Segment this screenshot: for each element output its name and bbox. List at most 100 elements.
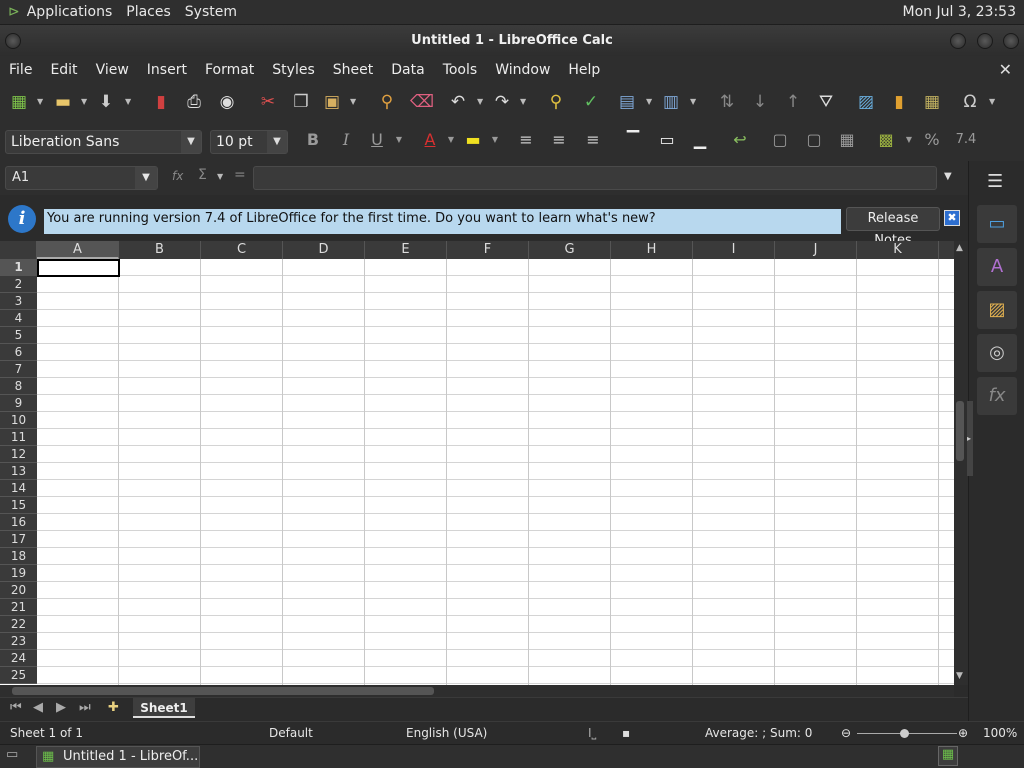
sort-descending-icon[interactable]: ↑ <box>782 91 804 113</box>
open-dropdown-icon[interactable]: ▼ <box>81 97 87 106</box>
row-header-2[interactable]: 2 <box>0 276 37 293</box>
row-header-24[interactable]: 24 <box>0 650 37 667</box>
column-header-b[interactable]: B <box>119 241 201 259</box>
next-sheet-icon[interactable]: ▶ <box>56 700 66 715</box>
align-top-icon[interactable]: ▔ <box>622 129 644 151</box>
font-size-box[interactable]: 10 pt ▼ <box>210 130 288 154</box>
release-notes-button[interactable]: Release Notes <box>846 207 940 248</box>
row-header-8[interactable]: 8 <box>0 378 37 395</box>
maximize-button[interactable] <box>977 33 993 49</box>
underline-dropdown-icon[interactable]: ▼ <box>393 129 405 151</box>
row-header-13[interactable]: 13 <box>0 463 37 480</box>
clone-formatting-icon[interactable]: ⚲ <box>376 91 398 113</box>
zoom-out-icon[interactable]: ⊖ <box>841 722 851 744</box>
selection-mode-icon[interactable]: I⎵ <box>588 722 596 744</box>
column-header-k[interactable]: K <box>857 241 939 259</box>
system-menu[interactable]: System <box>178 4 244 20</box>
font-color-icon[interactable]: A <box>419 129 441 151</box>
page-style[interactable]: Default <box>269 722 313 744</box>
font-name-dropdown-icon[interactable]: ▼ <box>181 131 201 153</box>
menu-styles[interactable]: Styles <box>263 62 323 78</box>
close-window-button[interactable] <box>1003 33 1019 49</box>
undo-dropdown-icon[interactable]: ▼ <box>477 97 483 106</box>
sidebar-menu-icon[interactable]: ☰ <box>987 171 1003 192</box>
scroll-down-icon[interactable]: ▼ <box>956 671 963 681</box>
column-header-f[interactable]: F <box>447 241 529 259</box>
save-icon[interactable]: ⬇ <box>95 91 117 113</box>
row-header-19[interactable]: 19 <box>0 565 37 582</box>
sort-ascending-icon[interactable]: ↓ <box>749 91 771 113</box>
autofilter-icon[interactable]: ⛛ <box>815 91 837 113</box>
row-header-23[interactable]: 23 <box>0 633 37 650</box>
row-header-15[interactable]: 15 <box>0 497 37 514</box>
font-color-dropdown-icon[interactable]: ▼ <box>445 129 457 151</box>
column-header-i[interactable]: I <box>693 241 775 259</box>
font-name-box[interactable]: Liberation Sans ▼ <box>5 130 202 154</box>
horizontal-scrollbar[interactable] <box>0 685 954 697</box>
new-spreadsheet-icon[interactable]: ▦ <box>8 91 30 113</box>
name-box-dropdown-icon[interactable]: ▼ <box>135 167 157 189</box>
special-character-icon[interactable]: Ω <box>959 91 981 113</box>
formula-input[interactable] <box>253 166 937 190</box>
font-size-dropdown-icon[interactable]: ▼ <box>267 131 287 153</box>
menu-data[interactable]: Data <box>382 62 433 78</box>
open-folder-icon[interactable]: ▬ <box>52 91 74 113</box>
align-right-icon[interactable]: ≡ <box>582 129 604 151</box>
styles-icon[interactable]: A <box>977 248 1017 286</box>
first-sheet-icon[interactable]: ⏮ <box>10 700 22 715</box>
menu-edit[interactable]: Edit <box>41 62 86 78</box>
insert-chart-icon[interactable]: ▮ <box>888 91 910 113</box>
close-infobar-icon[interactable]: ✖ <box>944 210 960 226</box>
number-format-icon[interactable]: 7.4 <box>955 129 977 151</box>
previous-sheet-icon[interactable]: ◀ <box>33 700 43 715</box>
row-header-16[interactable]: 16 <box>0 514 37 531</box>
print-preview-icon[interactable]: ◉ <box>216 91 238 113</box>
row-header-14[interactable]: 14 <box>0 480 37 497</box>
row-dropdown-icon[interactable]: ▼ <box>646 97 652 106</box>
vertical-scrollbar[interactable]: ▲ ▼ <box>954 241 968 685</box>
special-character-dropdown-icon[interactable]: ▼ <box>989 97 995 106</box>
menu-sheet[interactable]: Sheet <box>324 62 382 78</box>
vertical-scroll-thumb[interactable] <box>956 401 964 461</box>
row-header-10[interactable]: 10 <box>0 412 37 429</box>
window-title-bar[interactable]: Untitled 1 - LibreOffice Calc <box>0 25 1024 56</box>
column-dropdown-icon[interactable]: ▼ <box>690 97 696 106</box>
unmerge-cells-icon[interactable]: ▦ <box>836 129 858 151</box>
row-header-1[interactable]: 1 <box>0 259 37 276</box>
row-header-11[interactable]: 11 <box>0 429 37 446</box>
zoom-level[interactable]: 100% <box>983 722 1017 744</box>
spreadsheet-grid[interactable]: ABCDEFGHIJK 1 2 3 4 5 6 7 8 9 10 11 12 13 14 15 16 17 18 1… <box>0 241 954 685</box>
italic-icon[interactable]: I <box>335 129 357 151</box>
clear-formatting-icon[interactable]: ⌫ <box>410 91 434 113</box>
new-dropdown-icon[interactable]: ▼ <box>37 97 43 106</box>
sum-icon[interactable]: Σ <box>198 167 207 183</box>
merge-cells-icon[interactable]: ▢ <box>769 129 791 151</box>
column-header-h[interactable]: H <box>611 241 693 259</box>
copy-icon[interactable]: ❐ <box>290 91 312 113</box>
document-modified-icon[interactable]: ▪ <box>622 722 630 744</box>
currency-dropdown-icon[interactable]: ▼ <box>903 129 915 151</box>
scroll-up-icon[interactable]: ▲ <box>956 243 963 253</box>
column-header-g[interactable]: G <box>529 241 611 259</box>
center-vertically-icon[interactable]: ▭ <box>656 129 678 151</box>
merge-center-icon[interactable]: ▢ <box>803 129 825 151</box>
show-desktop-icon[interactable]: ▭ <box>6 747 18 762</box>
row-header-4[interactable]: 4 <box>0 310 37 327</box>
menu-view[interactable]: View <box>87 62 138 78</box>
formula-icon[interactable]: = <box>234 167 246 183</box>
highlight-dropdown-icon[interactable]: ▼ <box>489 129 501 151</box>
menu-tools[interactable]: Tools <box>434 62 487 78</box>
redo-dropdown-icon[interactable]: ▼ <box>520 97 526 106</box>
row-header-9[interactable]: 9 <box>0 395 37 412</box>
save-dropdown-icon[interactable]: ▼ <box>125 97 131 106</box>
menu-format[interactable]: Format <box>196 62 263 78</box>
name-box[interactable]: A1 ▼ <box>5 166 158 190</box>
pivot-table-icon[interactable]: ▦ <box>921 91 943 113</box>
row-icon[interactable]: ▤ <box>616 91 638 113</box>
applications-menu[interactable]: Applications <box>20 4 120 20</box>
close-document-icon[interactable]: ✕ <box>999 60 1012 79</box>
menu-insert[interactable]: Insert <box>138 62 196 78</box>
horizontal-scroll-thumb[interactable] <box>12 687 434 695</box>
column-header-a[interactable]: A <box>37 241 119 259</box>
add-sheet-icon[interactable]: ✚ <box>108 700 119 715</box>
